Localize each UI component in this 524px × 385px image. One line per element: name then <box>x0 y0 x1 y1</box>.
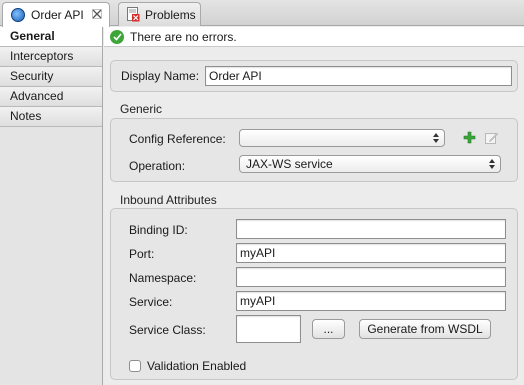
sidebar-item-interceptors[interactable]: Interceptors <box>0 47 102 67</box>
binding-id-input[interactable] <box>236 219 506 239</box>
tab-problems[interactable]: Problems <box>118 2 201 26</box>
generic-section-title: Generic <box>120 102 163 116</box>
general-settings-panel: Display Name: Order API Generic Config R… <box>104 48 524 385</box>
generate-from-wsdl-button[interactable]: Generate from WSDL <box>359 319 491 339</box>
sidebar-item-label: Notes <box>10 109 42 123</box>
add-config-icon[interactable] <box>463 131 476 144</box>
tab-label: Problems <box>145 7 196 22</box>
config-reference-label: Config Reference: <box>129 132 226 146</box>
sidebar-item-advanced[interactable]: Advanced <box>0 87 102 107</box>
service-class-label: Service Class: <box>129 323 206 337</box>
status-message: There are no errors. <box>130 29 237 44</box>
generic-group: Config Reference: Operation: JAX-WS serv… <box>110 118 518 182</box>
sidebar-item-label: Advanced <box>10 89 64 103</box>
display-name-label: Display Name: <box>121 69 200 83</box>
service-input[interactable]: myAPI <box>236 291 506 311</box>
binding-id-label: Binding ID: <box>129 223 188 237</box>
sidebar-item-label: General <box>10 29 55 43</box>
sidebar-item-security[interactable]: Security <box>0 67 102 87</box>
tab-label: Order API <box>31 8 84 22</box>
browse-button[interactable]: ... <box>312 319 345 339</box>
validation-enabled-label: Validation Enabled <box>147 359 247 373</box>
operation-select[interactable]: JAX-WS service <box>239 155 501 173</box>
close-icon[interactable] <box>91 9 103 21</box>
edit-config-icon[interactable] <box>485 131 499 144</box>
sidebar-item-label: Interceptors <box>10 49 74 63</box>
config-reference-select[interactable] <box>239 129 445 147</box>
operation-label: Operation: <box>129 159 186 173</box>
updown-arrows-icon <box>489 159 495 169</box>
check-circle-icon <box>110 29 124 44</box>
sidebar-item-label: Security <box>10 69 54 83</box>
service-class-input[interactable] <box>236 315 301 343</box>
display-name-input[interactable]: Order API <box>205 66 512 86</box>
problems-icon <box>127 7 140 22</box>
editor-tab-strip: Order API Problems <box>0 0 524 27</box>
namespace-input[interactable] <box>236 267 506 287</box>
display-name-group: Display Name: Order API <box>110 60 518 92</box>
port-label: Port: <box>129 247 155 261</box>
port-input[interactable]: myAPI <box>236 243 506 263</box>
namespace-label: Namespace: <box>129 271 197 285</box>
sidebar: Interceptors Security Advanced Notes <box>0 47 103 385</box>
updown-arrows-icon <box>433 133 439 143</box>
validation-enabled-checkbox[interactable] <box>129 360 141 372</box>
sidebar-item-general[interactable]: General <box>0 27 103 47</box>
sidebar-item-notes[interactable]: Notes <box>0 107 102 127</box>
operation-value: JAX-WS service <box>246 157 333 171</box>
validation-status-bar: There are no errors. <box>104 27 524 47</box>
inbound-attributes-group: Binding ID: Port: myAPI Namespace: Servi… <box>110 208 518 380</box>
service-label: Service: <box>129 295 173 309</box>
tab-order-api[interactable]: Order API <box>2 2 110 27</box>
inbound-section-title: Inbound Attributes <box>120 193 217 207</box>
globe-icon <box>11 8 25 22</box>
